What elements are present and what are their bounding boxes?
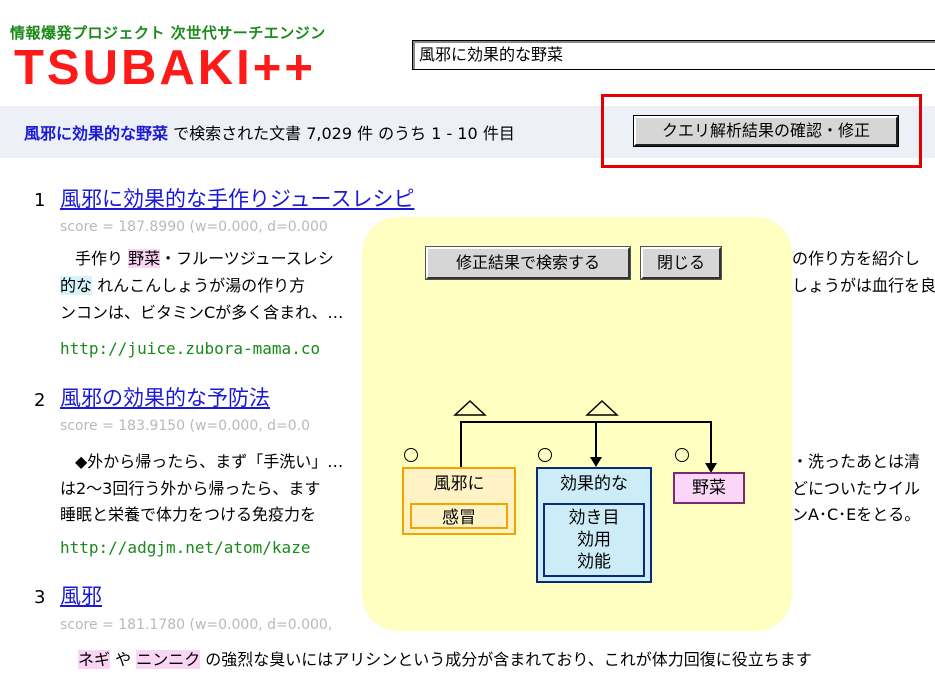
result-snippet-line: 的な れんこんしょうが湯の作り方	[60, 272, 305, 296]
result-snippet-line: 睡眠と栄養で体力をつける免疫力を	[60, 505, 317, 524]
result-score: score = 183.9150 (w=0.000, d=0.0	[60, 418, 311, 434]
snippet-text: れんこんしょうが湯の作り方	[92, 276, 306, 295]
node-synonym[interactable]: 感冒	[410, 503, 508, 529]
node-synonym[interactable]: 効き目	[545, 507, 643, 529]
node-synonym[interactable]: 効能	[545, 551, 643, 573]
result-number: 2	[34, 390, 46, 411]
snippet-highlight: ニンニク	[136, 650, 201, 669]
snippet-highlight: ネギ	[78, 650, 111, 669]
result-snippet-line: ◆外から帰ったら、まず「手洗い」…	[75, 452, 344, 471]
snippet-text: ・フルーツジュースレシ	[160, 249, 334, 268]
circle-toggle-icon[interactable]	[675, 448, 689, 462]
search-summary: 風邪に効果的な野菜 で検索された文書 7,029 件 のうち 1 - 10 件目	[24, 120, 515, 144]
snippet-text: 手作り	[75, 249, 129, 268]
search-input[interactable]: 風邪に効果的な野菜	[412, 40, 935, 70]
node-synonym-list[interactable]: 効き目 効用 効能	[543, 503, 645, 577]
query-node-yasai[interactable]: 野菜	[673, 472, 745, 504]
result-url[interactable]: http://adgjm.net/atom/kaze	[60, 538, 310, 557]
result-snippet-line: ネギ や ニンニク の強烈な臭いにはアリシンという成分が含まれており、これが体力…	[78, 646, 812, 670]
snippet-text: の強烈な臭いにはアリシンという成分が含まれており、これが体力回復に役立ちます	[200, 650, 812, 669]
triangle-toggle-icon[interactable]	[585, 399, 619, 416]
snippet-text: や	[110, 650, 137, 669]
circle-toggle-icon[interactable]	[404, 448, 418, 462]
summary-text: で検索された文書 7,029 件 のうち 1 - 10 件目	[168, 124, 515, 143]
result-snippet-line: ・洗ったあとは清	[792, 452, 921, 471]
result-snippet-line: どについたウイル	[792, 479, 921, 498]
result-number: 1	[34, 190, 46, 211]
result-score: score = 187.8990 (w=0.000, d=0.000	[60, 219, 328, 235]
result-snippet-line: 手作り 野菜・フルーツジュースレシ	[75, 245, 334, 269]
snippet-highlight: 野菜	[128, 249, 161, 268]
summary-query: 風邪に効果的な野菜	[24, 124, 169, 143]
result-snippet-line: ンコンは、ビタミンCが多く含まれ、…	[60, 303, 344, 322]
result-title-link[interactable]: 風邪の効果的な予防法	[60, 382, 270, 412]
result-number: 3	[34, 587, 46, 608]
snippet-highlight: 的な	[60, 276, 93, 295]
triangle-toggle-icon[interactable]	[453, 399, 487, 416]
result-snippet-line: の作り方を紹介し	[792, 249, 921, 268]
arrow-head-icon	[590, 457, 602, 467]
result-title-link[interactable]: 風邪に効果的な手作りジュースレシピ	[60, 183, 414, 213]
result-snippet-line: ンA･C･Eをとる。	[792, 505, 921, 524]
result-score: score = 181.1780 (w=0.000, d=0.000,	[60, 617, 333, 633]
project-subtitle: 情報爆発プロジェクト 次世代サーチエンジン	[10, 24, 326, 42]
tsubaki-logo[interactable]: TSUBAKI++	[14, 44, 316, 93]
highlight-box	[601, 94, 922, 168]
result-snippet-line: は2～3回行う外から帰ったら、ます	[60, 479, 321, 498]
node-head: 効果的な	[560, 474, 628, 494]
query-node-kaze[interactable]: 風邪に 感冒	[402, 467, 516, 535]
dependency-edge	[460, 421, 712, 467]
node-synonym[interactable]: 効用	[545, 529, 643, 551]
result-url[interactable]: http://juice.zubora-mama.co	[60, 339, 320, 358]
circle-toggle-icon[interactable]	[538, 448, 552, 462]
node-head: 風邪に	[433, 474, 485, 494]
result-title-link[interactable]: 風邪	[60, 580, 102, 610]
result-snippet-line: しょうがは血行を良	[792, 276, 935, 295]
query-node-kouka[interactable]: 効果的な 効き目 効用 効能	[536, 467, 652, 583]
